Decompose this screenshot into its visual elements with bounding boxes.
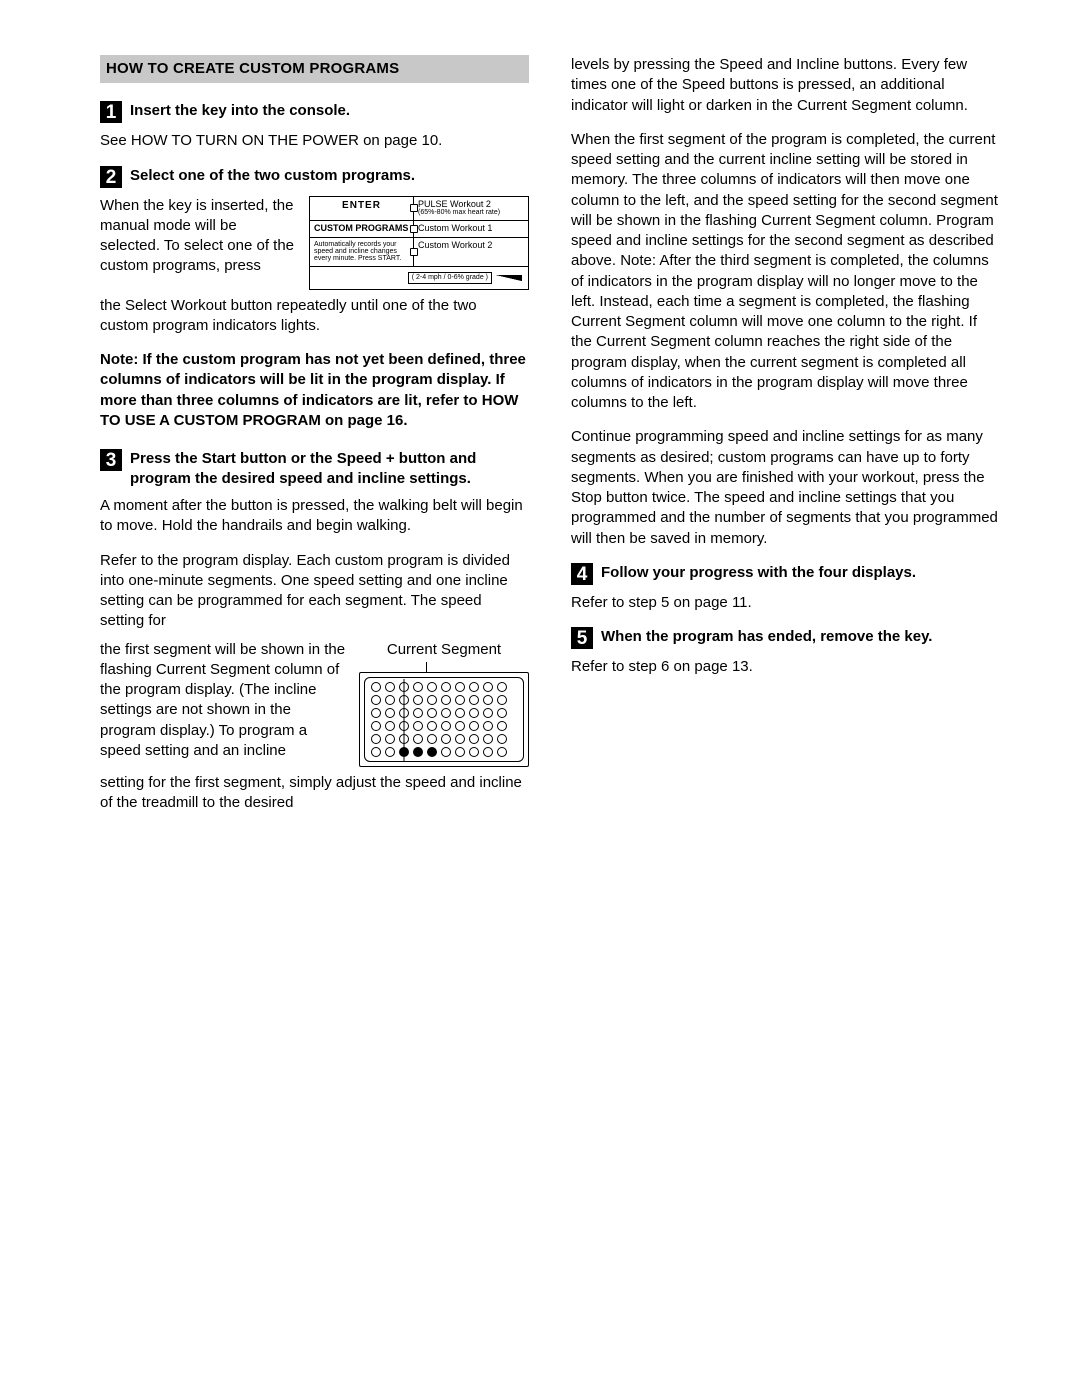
display-outer — [359, 672, 529, 767]
connector-icon — [410, 248, 418, 256]
step-1: 1 Insert the key into the console. — [100, 101, 529, 123]
step-4-body: Refer to step 5 on page 11. — [571, 593, 1000, 613]
right-mid-para: When the first segment of the program is… — [571, 130, 1000, 414]
left-column: HOW TO CREATE CUSTOM PROGRAMS 1 Insert t… — [100, 55, 529, 827]
step-number-icon: 3 — [100, 449, 122, 471]
step-3-p1: A moment after the button is pressed, th… — [100, 496, 529, 537]
custom-programs-diagram: ENTER PULSE Workout 2 (65%-80% max heart… — [309, 196, 529, 290]
custom-workout-2-label: Custom Workout 2 — [414, 238, 528, 266]
step-1-title: Insert the key into the console. — [130, 101, 350, 121]
custom-programs-header-cell: CUSTOM PROGRAMS — [310, 221, 414, 237]
step-1-body: See HOW TO TURN ON THE POWER on page 10. — [100, 131, 529, 151]
step-2-rest: the Select Workout button repeatedly unt… — [100, 296, 529, 337]
step-2-body: ENTER PULSE Workout 2 (65%-80% max heart… — [100, 196, 529, 294]
step-4-title: Follow your progress with the four displ… — [601, 563, 916, 583]
connector-icon — [410, 204, 418, 212]
current-segment-label: Current Segment — [359, 640, 529, 662]
step-number-icon: 1 — [100, 101, 122, 123]
two-column-layout: HOW TO CREATE CUSTOM PROGRAMS 1 Insert t… — [100, 55, 1000, 827]
step-number-icon: 5 — [571, 627, 593, 649]
right-bot-para: Continue programming speed and incline s… — [571, 427, 1000, 549]
enter-box: ENTER — [310, 197, 414, 220]
step-number-icon: 4 — [571, 563, 593, 585]
incline-wedge-icon — [496, 275, 522, 281]
pulse-workout-label: PULSE Workout 2 (65%-80% max heart rate) — [414, 197, 528, 220]
custom-workout-1-label: Custom Workout 1 — [414, 221, 528, 237]
scale-label: ( 2-4 mph / 0-6% grade ) — [408, 272, 492, 284]
step-3-p2a: Refer to the program display. Each custo… — [100, 551, 529, 632]
page: HOW TO CREATE CUSTOM PROGRAMS 1 Insert t… — [0, 0, 1080, 1397]
current-segment-diagram: Current Segment — [359, 640, 529, 767]
step-2: 2 Select one of the two custom programs. — [100, 166, 529, 188]
step-3-wrap: Current Segment the — [100, 640, 529, 771]
step-3-p2b: the first segment will be shown in the f… — [100, 641, 345, 759]
step-3: 3 Press the Start button or the Speed + … — [100, 449, 529, 488]
step-number-icon: 2 — [100, 166, 122, 188]
right-top-para: levels by pressing the Speed and Incline… — [571, 55, 1000, 116]
right-column: levels by pressing the Speed and Incline… — [571, 55, 1000, 827]
step-3-p2c: setting for the first segment, simply ad… — [100, 773, 529, 814]
pulse-title: PULSE Workout 2 — [418, 200, 524, 210]
step-5: 5 When the program has ended, remove the… — [571, 627, 1000, 649]
step-4: 4 Follow your progress with the four dis… — [571, 563, 1000, 585]
pulse-sub: (65%-80% max heart rate) — [418, 209, 524, 216]
custom-programs-desc: Automatically records your speed and inc… — [310, 238, 414, 266]
section-heading: HOW TO CREATE CUSTOM PROGRAMS — [100, 55, 529, 83]
step-2-intro: When the key is inserted, the manual mod… — [100, 197, 294, 275]
step-2-note: Note: If the custom program has not yet … — [100, 350, 529, 431]
step-5-title: When the program has ended, remove the k… — [601, 627, 932, 647]
connector-icon — [410, 225, 418, 233]
step-2-title: Select one of the two custom programs. — [130, 166, 415, 186]
step-5-body: Refer to step 6 on page 13. — [571, 657, 1000, 677]
pointer-tick-icon — [359, 662, 529, 672]
step-3-title: Press the Start button or the Speed + bu… — [130, 449, 529, 488]
custom-programs-header: CUSTOM PROGRAMS — [314, 224, 409, 234]
display-inner — [364, 677, 524, 762]
